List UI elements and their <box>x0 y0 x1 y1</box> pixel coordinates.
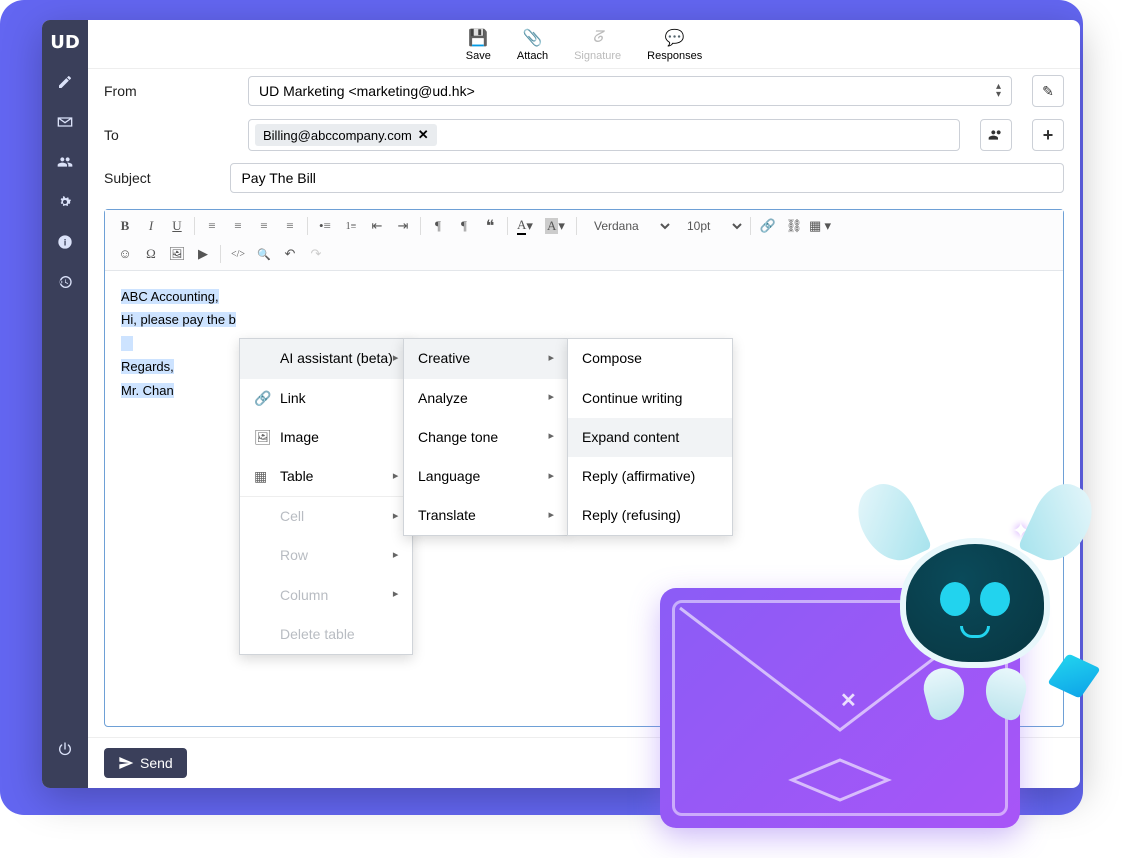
text-color-button[interactable]: A ▾ <box>513 214 537 238</box>
ctx-row: Row▸ <box>240 536 412 575</box>
info-icon[interactable]: i <box>54 231 76 253</box>
ctx-change-tone[interactable]: Change tone▸ <box>404 418 568 457</box>
body-line: Mr. Chan <box>121 383 174 398</box>
align-center-button[interactable]: ≡ <box>226 214 250 238</box>
recipient-chip[interactable]: Billing@abccompany.com✕ <box>255 124 437 146</box>
mail-icon[interactable] <box>54 111 76 133</box>
ctx-reply-refusing[interactable]: Reply (refusing) <box>568 496 732 535</box>
italic-button[interactable]: I <box>139 214 163 238</box>
contacts-icon[interactable] <box>54 151 76 173</box>
context-submenu-ai: Creative▸ Analyze▸ Change tone▸ Language… <box>403 338 569 536</box>
ctx-ai-assistant[interactable]: AI assistant (beta)▸ <box>240 339 412 378</box>
outdent-button[interactable]: ⇤ <box>365 214 389 238</box>
ctx-image[interactable]: 🖼Image <box>240 418 412 457</box>
symbol-button[interactable]: Ω <box>139 242 163 266</box>
context-menu: AI assistant (beta)▸ 🔗Link 🖼Image ▦Table… <box>239 338 413 655</box>
from-label: From <box>104 83 234 99</box>
editor: B I U ≡ ≡ ≡ ≡ •≡ 1≡ ⇤ ⇥ ¶ ¶ ❝ A ▾ A ▾ <box>104 209 1064 727</box>
responses-button[interactable]: 💬Responses <box>647 28 702 62</box>
send-icon <box>118 755 134 771</box>
image-button[interactable]: 🖼 <box>165 242 189 266</box>
history-icon[interactable] <box>54 271 76 293</box>
to-input[interactable]: Billing@abccompany.com✕ <box>248 119 960 151</box>
ctx-reply-affirmative[interactable]: Reply (affirmative) <box>568 457 732 496</box>
from-row: From UD Marketing <marketing@ud.hk> ▴▾ ✎ <box>88 69 1080 113</box>
ctx-translate[interactable]: Translate▸ <box>404 496 568 535</box>
chevron-updown-icon: ▴▾ <box>996 83 1001 99</box>
ctx-link[interactable]: 🔗Link <box>240 379 412 418</box>
ctx-language[interactable]: Language▸ <box>404 457 568 496</box>
signature-button[interactable]: ᘔSignature <box>574 28 621 62</box>
align-justify-button[interactable]: ≡ <box>278 214 302 238</box>
quote-button[interactable]: ❝ <box>478 214 502 238</box>
ctx-continue-writing[interactable]: Continue writing <box>568 379 732 418</box>
font-size-select[interactable]: 10pt <box>675 216 745 236</box>
power-icon[interactable] <box>54 738 76 760</box>
ctx-compose[interactable]: Compose <box>568 339 732 378</box>
bullet-list-button[interactable]: •≡ <box>313 214 337 238</box>
link-button[interactable]: 🔗 <box>756 214 780 238</box>
bold-button[interactable]: B <box>113 214 137 238</box>
number-list-button[interactable]: 1≡ <box>339 214 363 238</box>
source-button[interactable]: </> <box>226 242 250 266</box>
ctx-table[interactable]: ▦Table▸ <box>240 457 412 496</box>
compose-footer: Send <box>88 737 1080 788</box>
table-button[interactable]: ▦ ▾ <box>808 214 832 238</box>
edit-from-button[interactable]: ✎ <box>1032 75 1064 107</box>
editor-body[interactable]: ABC Accounting, Hi, please pay the b AI … <box>105 271 1063 726</box>
add-contacts-button[interactable] <box>980 119 1012 151</box>
ctx-expand-content[interactable]: Expand content <box>568 418 732 457</box>
body-line: ABC Accounting, <box>121 289 219 304</box>
font-family-select[interactable]: Verdana <box>582 216 673 236</box>
ctx-column: Column▸ <box>240 576 412 615</box>
ctx-analyze[interactable]: Analyze▸ <box>404 379 568 418</box>
ctx-delete-table: Delete table <box>240 615 412 654</box>
emoji-button[interactable]: ☺ <box>113 242 137 266</box>
bg-color-button[interactable]: A ▾ <box>539 214 571 238</box>
subject-label: Subject <box>104 170 216 186</box>
save-button[interactable]: 💾Save <box>466 28 491 62</box>
remove-chip-icon[interactable]: ✕ <box>418 127 429 143</box>
align-right-button[interactable]: ≡ <box>252 214 276 238</box>
rtl-button[interactable]: ¶ <box>452 214 476 238</box>
find-button[interactable]: 🔍 <box>252 242 276 266</box>
from-select[interactable]: UD Marketing <marketing@ud.hk> ▴▾ <box>248 76 1012 106</box>
ctx-creative[interactable]: Creative▸ <box>404 339 568 378</box>
compose-icon[interactable] <box>54 71 76 93</box>
context-submenu-creative: Compose Continue writing Expand content … <box>567 338 733 536</box>
app-logo: UD <box>50 32 80 53</box>
undo-button[interactable]: ↶ <box>278 242 302 266</box>
align-left-button[interactable]: ≡ <box>200 214 224 238</box>
underline-button[interactable]: U <box>165 214 189 238</box>
subject-row: Subject <box>88 157 1080 199</box>
send-button[interactable]: Send <box>104 748 187 778</box>
top-toolbar: 💾Save 📎Attach ᘔSignature 💬Responses <box>88 20 1080 69</box>
to-label: To <box>104 127 234 143</box>
indent-button[interactable]: ⇥ <box>391 214 415 238</box>
attach-button[interactable]: 📎Attach <box>517 28 548 62</box>
unlink-button[interactable]: ⛓ <box>782 214 806 238</box>
compose-window: UD i 💾Save 📎Attach ᘔSignature 💬Responses… <box>42 20 1080 788</box>
redo-button[interactable]: ↷ <box>304 242 328 266</box>
svg-text:i: i <box>64 237 67 247</box>
add-recipient-button[interactable]: + <box>1032 119 1064 151</box>
editor-toolbar: B I U ≡ ≡ ≡ ≡ •≡ 1≡ ⇤ ⇥ ¶ ¶ ❝ A ▾ A ▾ <box>105 210 1063 271</box>
ctx-cell: Cell▸ <box>240 497 412 536</box>
body-line <box>121 336 133 351</box>
body-line: Hi, please pay the b <box>121 312 236 327</box>
subject-input[interactable] <box>230 163 1064 193</box>
media-button[interactable]: ▶ <box>191 242 215 266</box>
to-row: To Billing@abccompany.com✕ + <box>88 113 1080 157</box>
main-pane: 💾Save 📎Attach ᘔSignature 💬Responses From… <box>88 20 1080 788</box>
ltr-button[interactable]: ¶ <box>426 214 450 238</box>
body-line: Regards, <box>121 359 174 374</box>
settings-icon[interactable] <box>54 191 76 213</box>
sidebar: UD i <box>42 20 88 788</box>
